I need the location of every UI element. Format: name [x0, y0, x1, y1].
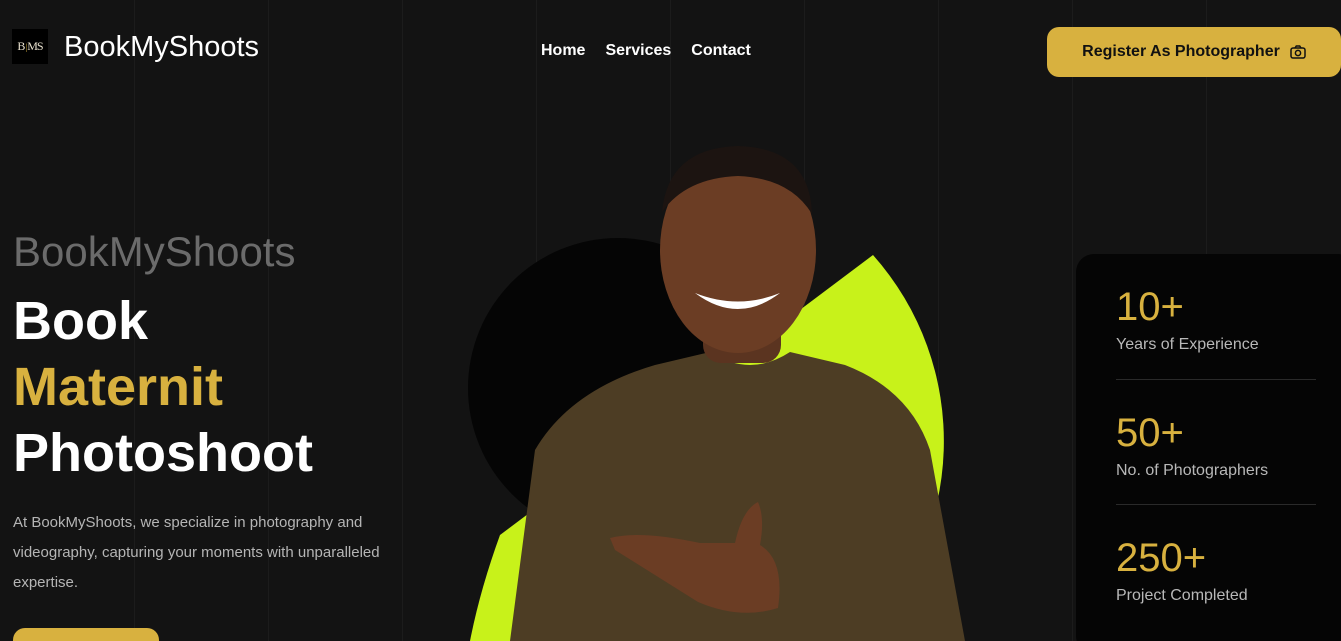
headline-line-3: Photoshoot: [13, 423, 313, 483]
landing-page: B | MS BookMyShoots Home Services Contact …: [0, 0, 1341, 641]
headline-accent: Maternit: [13, 357, 224, 417]
nav-home[interactable]: Home: [541, 42, 585, 60]
stat-experience: 10+ Years of Experience: [1116, 254, 1316, 379]
brand-name[interactable]: BookMyShoots: [64, 31, 259, 64]
logo[interactable]: B | MS: [12, 29, 48, 64]
stat-label: Project Completed: [1116, 587, 1248, 604]
hero-headline: Book Maternit Photoshoot: [13, 288, 313, 486]
stat-photographers: 50+ No. of Photographers: [1116, 379, 1316, 504]
register-photographer-button[interactable]: Register As Photographer: [1047, 27, 1341, 77]
hero-description: At BookMyShoots, we specialize in photog…: [13, 514, 380, 591]
stat-label: Years of Experience: [1116, 336, 1259, 353]
headline-line-1: Book: [13, 291, 148, 351]
stat-label: No. of Photographers: [1116, 462, 1269, 479]
hero-cta-button[interactable]: [13, 628, 159, 641]
camera-icon: [1290, 45, 1306, 59]
nav-contact[interactable]: Contact: [691, 42, 751, 60]
stat-projects: 250+ Project Completed: [1116, 504, 1316, 629]
hero-kicker: BookMyShoots: [13, 228, 296, 275]
stat-value: 10+: [1116, 285, 1184, 329]
stats-panel: 10+ Years of Experience 50+ No. of Photo…: [1076, 254, 1341, 641]
stat-value: 50+: [1116, 411, 1184, 455]
hero-image: [468, 146, 965, 641]
register-button-label: Register As Photographer: [1082, 43, 1280, 60]
nav-services[interactable]: Services: [605, 42, 671, 60]
main-nav: Home Services Contact: [541, 42, 751, 60]
stat-value: 250+: [1116, 536, 1207, 580]
